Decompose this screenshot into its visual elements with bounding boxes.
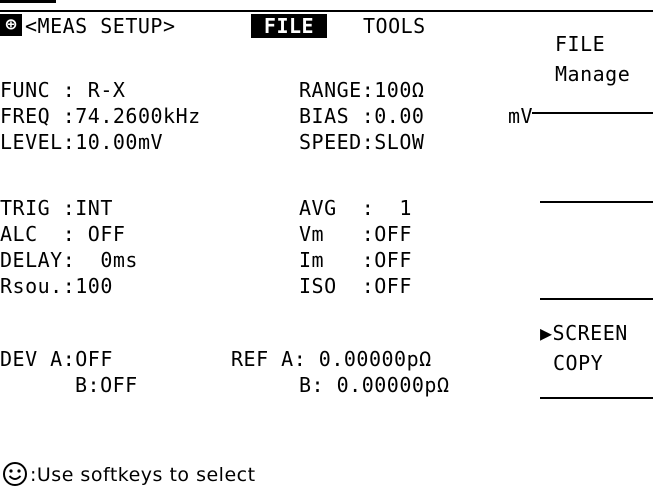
delay-param[interactable]: DELAY: 0ms xyxy=(0,248,138,272)
instrument-screen: ⊕ <MEAS SETUP> FILE TOOLS FUNC : R-X FRE… xyxy=(0,0,653,492)
softkey-screen-copy-line1[interactable]: ▶SCREEN xyxy=(540,321,628,345)
tab-file[interactable]: FILE xyxy=(251,14,327,38)
rsou-param[interactable]: Rsou.:100 xyxy=(0,274,113,298)
softkey-divider-3 xyxy=(540,298,653,300)
status-hint: :Use softkeys to select xyxy=(30,464,256,486)
level-param[interactable]: LEVEL:10.00mV xyxy=(0,130,163,154)
dev-b-param[interactable]: B:OFF xyxy=(75,373,138,397)
toggle-icon[interactable]: ⊕ xyxy=(0,14,22,36)
softkey-divider-2 xyxy=(540,201,653,203)
softkey-divider-1 xyxy=(532,112,653,114)
freq-param[interactable]: FREQ :74.2600kHz xyxy=(0,104,201,128)
bias-param[interactable]: BIAS :0.00 xyxy=(299,104,424,128)
softkey-file-manage-line1[interactable]: FILE xyxy=(555,32,605,56)
range-param[interactable]: RANGE:100Ω xyxy=(299,78,424,102)
trig-param[interactable]: TRIG :INT xyxy=(0,196,113,220)
dev-a-param[interactable]: DEV A:OFF xyxy=(0,347,113,371)
top-bar xyxy=(0,0,653,12)
top-bar-marker xyxy=(0,0,56,3)
alc-param[interactable]: ALC : OFF xyxy=(0,222,125,246)
avg-param[interactable]: AVG : 1 xyxy=(299,196,412,220)
smiley-icon xyxy=(3,462,27,486)
softkey-divider-4 xyxy=(540,397,653,399)
speed-param[interactable]: SPEED:SLOW xyxy=(299,130,424,154)
iso-param[interactable]: ISO :OFF xyxy=(299,274,412,298)
tab-meas-setup[interactable]: <MEAS SETUP> xyxy=(25,14,176,38)
func-param[interactable]: FUNC : R-X xyxy=(0,78,125,102)
softkey-file-manage-line2[interactable]: Manage xyxy=(555,62,630,86)
tab-tools[interactable]: TOOLS xyxy=(363,14,426,38)
vm-param[interactable]: Vm :OFF xyxy=(299,222,412,246)
bias-unit: mV xyxy=(508,104,534,128)
ref-b-param[interactable]: B: 0.00000pΩ xyxy=(299,373,450,397)
im-param[interactable]: Im :OFF xyxy=(299,248,412,272)
softkey-screen-copy-line2[interactable]: COPY xyxy=(553,351,603,375)
ref-a-param[interactable]: REF A: 0.00000pΩ xyxy=(231,347,432,371)
